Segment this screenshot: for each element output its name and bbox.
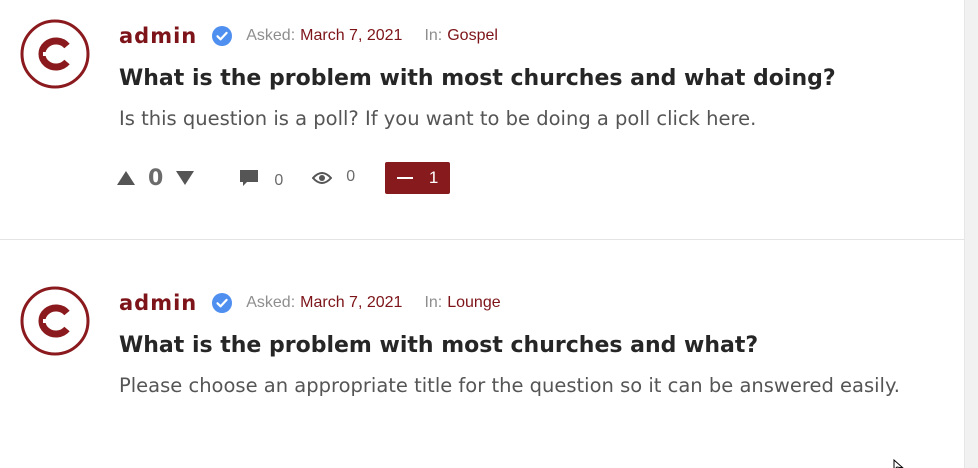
views-stat: 0 xyxy=(312,168,356,186)
question-excerpt: Please choose an appropriate title for t… xyxy=(119,374,900,397)
vote-count: 0 xyxy=(148,165,164,191)
question-excerpt: Is this question is a poll? If you want … xyxy=(119,107,757,130)
poll-button[interactable]: 1 xyxy=(385,162,451,194)
eye-icon xyxy=(312,171,333,185)
comment-icon xyxy=(238,168,260,188)
church-logo-icon xyxy=(20,19,90,89)
poll-count: 1 xyxy=(428,168,439,187)
scrollbar[interactable] xyxy=(964,0,978,468)
triangle-down-icon xyxy=(176,171,195,185)
verified-badge-icon xyxy=(212,26,233,46)
category-link[interactable]: Gospel xyxy=(447,27,498,45)
answers-count: 0 xyxy=(274,172,284,189)
answers-stat[interactable]: 0 xyxy=(238,166,283,190)
author-name[interactable]: admin xyxy=(119,24,197,48)
category-label: In: xyxy=(424,27,443,44)
vote-down-button[interactable] xyxy=(175,170,195,186)
question-title[interactable]: What is the problem with most churches a… xyxy=(119,66,836,91)
views-count: 0 xyxy=(346,168,356,185)
category-label: In: xyxy=(424,294,443,311)
asked-date[interactable]: March 7, 2021 xyxy=(300,27,402,45)
asked-label: Asked: xyxy=(246,294,296,311)
verified-badge-icon xyxy=(212,293,233,313)
minus-icon xyxy=(396,177,413,179)
question-title[interactable]: What is the problem with most churches a… xyxy=(119,333,758,358)
category-link[interactable]: Lounge xyxy=(447,294,500,312)
author-avatar[interactable] xyxy=(20,286,90,356)
author-avatar[interactable] xyxy=(20,19,90,89)
question-stats: 0 0 0 1 xyxy=(116,160,451,196)
vote-up-button[interactable] xyxy=(116,170,136,186)
author-name[interactable]: admin xyxy=(119,291,197,315)
question-meta: admin Asked: March 7, 2021 In: Gospel xyxy=(119,21,498,51)
question-meta: admin Asked: March 7, 2021 In: Lounge xyxy=(119,288,501,318)
triangle-up-icon xyxy=(117,171,135,185)
mouse-cursor-icon xyxy=(893,457,904,468)
church-logo-icon xyxy=(20,286,90,356)
asked-label: Asked: xyxy=(246,27,296,44)
asked-date[interactable]: March 7, 2021 xyxy=(300,294,402,312)
